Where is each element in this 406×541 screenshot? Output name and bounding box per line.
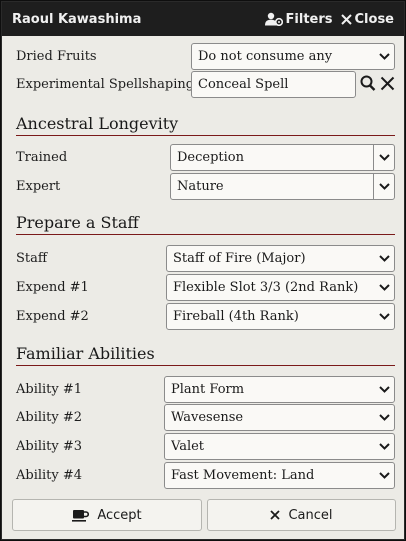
expend-1-label: Expend #1 xyxy=(16,280,89,295)
chevron-down-icon xyxy=(374,386,394,393)
prepare-staff-heading: Prepare a Staff xyxy=(16,213,395,235)
ability-row: Ability #3 Valet xyxy=(16,433,395,460)
longevity-trained-value: Deception xyxy=(177,150,244,165)
chevron-down-icon xyxy=(374,284,394,291)
longevity-row: Expert Nature xyxy=(16,173,395,200)
staff-row: Staff Staff of Fire (Major) xyxy=(16,245,395,272)
ability-1-label: Ability #1 xyxy=(16,382,83,397)
staff-select[interactable]: Staff of Fire (Major) xyxy=(166,245,395,272)
dialog-window: Raoul Kawashima Filters Close Dried Frui… xyxy=(1,1,405,540)
ability-row: Ability #2 Wavesense xyxy=(16,404,395,431)
chevron-down-icon xyxy=(373,145,394,170)
chevron-down-icon xyxy=(374,472,394,479)
ability-3-select[interactable]: Valet xyxy=(164,433,395,460)
expend-1-select[interactable]: Flexible Slot 3/3 (2nd Rank) xyxy=(166,274,395,301)
expend-2-label: Expend #2 xyxy=(16,309,89,324)
search-icon[interactable] xyxy=(360,75,376,96)
ability-row: Ability #4 Fast Movement: Land xyxy=(16,462,395,489)
dried-fruits-row: Dried Fruits Do not consume any xyxy=(16,43,395,70)
cancel-label: Cancel xyxy=(288,507,333,523)
staff-value: Staff of Fire (Major) xyxy=(173,251,306,266)
longevity-expert-value: Nature xyxy=(177,179,224,194)
longevity-expert-select[interactable]: Nature xyxy=(170,173,395,200)
ability-1-value: Plant Form xyxy=(171,382,245,397)
dried-fruits-select[interactable]: Do not consume any xyxy=(191,43,395,70)
longevity-row: Trained Deception xyxy=(16,144,395,171)
filters-label: Filters xyxy=(285,11,333,27)
chevron-down-icon xyxy=(374,53,394,60)
chevron-down-icon xyxy=(374,313,394,320)
chevron-down-icon xyxy=(374,414,394,421)
mug-icon xyxy=(72,509,90,522)
dried-fruits-label: Dried Fruits xyxy=(16,49,97,64)
ability-3-value: Valet xyxy=(171,439,205,454)
close-icon xyxy=(270,510,281,520)
staff-row: Expend #1 Flexible Slot 3/3 (2nd Rank) xyxy=(16,274,395,301)
cancel-button[interactable]: Cancel xyxy=(207,499,396,531)
expend-2-value: Fireball (4th Rank) xyxy=(173,309,299,324)
spellshaping-input[interactable]: Conceal Spell xyxy=(191,71,356,98)
ability-3-label: Ability #3 xyxy=(16,439,83,454)
dialog-footer: Accept Cancel xyxy=(2,493,404,539)
longevity-trained-label: Trained xyxy=(16,150,68,165)
expend-2-select[interactable]: Fireball (4th Rank) xyxy=(166,303,395,330)
ability-1-select[interactable]: Plant Form xyxy=(164,376,395,403)
accept-label: Accept xyxy=(97,507,142,523)
close-label: Close xyxy=(354,11,394,27)
window-title: Raoul Kawashima xyxy=(12,11,142,27)
user-gear-icon xyxy=(264,12,283,26)
spellshaping-label: Experimental Spellshaping xyxy=(16,77,195,92)
longevity-expert-label: Expert xyxy=(16,179,61,194)
ancestral-longevity-heading: Ancestral Longevity xyxy=(16,114,395,136)
close-icon xyxy=(340,13,352,25)
staff-label: Staff xyxy=(16,251,48,266)
close-button[interactable]: Close xyxy=(340,11,394,27)
spellshaping-row: Experimental Spellshaping Conceal Spell xyxy=(16,71,395,98)
chevron-down-icon xyxy=(374,443,394,450)
accept-button[interactable]: Accept xyxy=(12,499,202,531)
longevity-trained-select[interactable]: Deception xyxy=(170,144,395,171)
spellshaping-value: Conceal Spell xyxy=(198,77,289,92)
ability-row: Ability #1 Plant Form xyxy=(16,376,395,403)
dialog-content: Dried Fruits Do not consume any Experime… xyxy=(2,36,404,539)
filters-button[interactable]: Filters xyxy=(264,11,333,27)
ability-2-value: Wavesense xyxy=(171,410,244,425)
ability-2-label: Ability #2 xyxy=(16,410,83,425)
ability-4-label: Ability #4 xyxy=(16,468,83,483)
familiar-abilities-heading: Familiar Abilities xyxy=(16,344,395,366)
clear-icon[interactable] xyxy=(380,76,395,95)
ability-4-select[interactable]: Fast Movement: Land xyxy=(164,462,395,489)
chevron-down-icon xyxy=(373,174,394,199)
staff-row: Expend #2 Fireball (4th Rank) xyxy=(16,303,395,330)
dried-fruits-value: Do not consume any xyxy=(198,49,333,64)
ability-4-value: Fast Movement: Land xyxy=(171,468,315,483)
expend-1-value: Flexible Slot 3/3 (2nd Rank) xyxy=(173,280,359,295)
chevron-down-icon xyxy=(374,255,394,262)
window-titlebar[interactable]: Raoul Kawashima Filters Close xyxy=(2,2,404,36)
ability-2-select[interactable]: Wavesense xyxy=(164,404,395,431)
